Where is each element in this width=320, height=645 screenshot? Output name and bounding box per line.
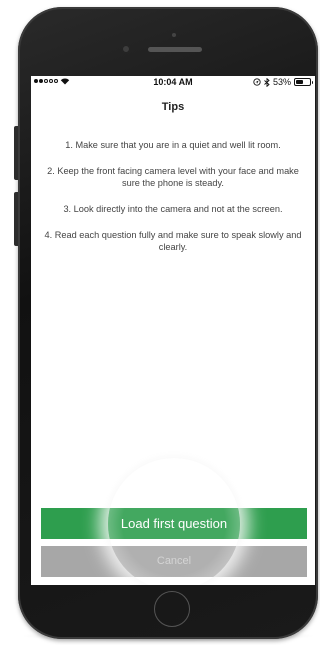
volume-down-button bbox=[14, 192, 18, 246]
battery-fill bbox=[296, 80, 303, 84]
status-bar: 10:04 AM 53% bbox=[31, 76, 315, 90]
tip-item: 3. Look directly into the camera and not… bbox=[63, 204, 283, 214]
app-screen: 10:04 AM 53% Tips 1. Make sure that you … bbox=[31, 76, 315, 585]
device-mockup: 10:04 AM 53% Tips 1. Make sure that you … bbox=[0, 0, 320, 645]
tip-item: 1. Make sure that you are in a quiet and… bbox=[65, 140, 281, 150]
bluetooth-icon bbox=[264, 77, 270, 87]
page-title: Tips bbox=[161, 101, 185, 113]
battery-icon bbox=[294, 78, 313, 86]
volume-up-button bbox=[14, 126, 18, 180]
location-icon bbox=[253, 78, 261, 86]
earpiece-speaker bbox=[148, 47, 202, 52]
tip-item: 2. Keep the front facing camera level wi… bbox=[47, 166, 299, 188]
front-camera-icon bbox=[122, 45, 130, 53]
status-right: 53% bbox=[253, 77, 313, 87]
cancel-button[interactable]: Cancel bbox=[41, 546, 307, 577]
tip-item: 4. Read each question fully and make sur… bbox=[44, 230, 302, 252]
load-first-question-button[interactable]: Load first question bbox=[41, 508, 307, 539]
tips-list: 1. Make sure that you are in a quiet and… bbox=[31, 139, 315, 267]
home-button[interactable] bbox=[154, 591, 190, 627]
battery-percent: 53% bbox=[272, 77, 291, 87]
proximity-sensor bbox=[172, 33, 176, 37]
